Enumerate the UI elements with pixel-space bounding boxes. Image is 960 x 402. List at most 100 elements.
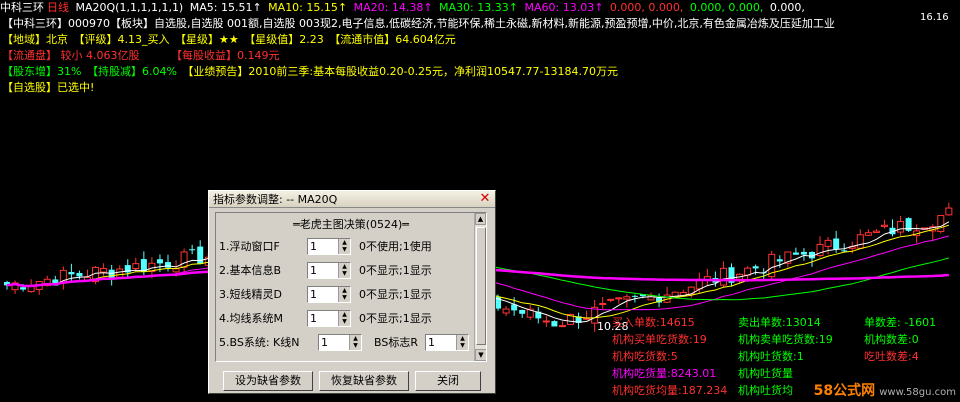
- candle-body: [615, 297, 623, 300]
- indicator-name: MA20Q(1,1,1,1,1,1): [75, 1, 184, 14]
- scroll-down-icon[interactable]: ▼: [475, 349, 486, 361]
- param-value-r: 1: [428, 336, 435, 349]
- param-value-f: 1: [310, 240, 317, 253]
- ma60-value: MA60: 13.03↑: [524, 1, 604, 14]
- param-value-b: 1: [310, 264, 317, 277]
- spinner-icon[interactable]: ▲ ▼: [338, 263, 350, 278]
- inst-eat-volume: 机构吃货量:8243.01: [612, 367, 717, 380]
- param-desc-b: 0不显示;1显示: [359, 264, 432, 277]
- candle-body: [551, 321, 558, 327]
- dialog-title-bar[interactable]: 指标参数调整: -- MA20Q: [209, 191, 495, 208]
- candle-body: [519, 310, 526, 314]
- star-value-info: 【星级值】2.23: [244, 33, 324, 46]
- candle-body: [542, 320, 550, 323]
- spinner-icon[interactable]: ▲ ▼: [338, 287, 350, 302]
- inst-count-difference: 机构数差:0: [864, 333, 919, 346]
- inst-eat-average: 机构吃货均量:187.234: [612, 384, 728, 397]
- candle-body: [197, 246, 204, 265]
- close-button[interactable]: 关闭: [415, 371, 481, 391]
- stats-col-3: 单数差: -1601 机构数差:0 吃吐数差:4: [864, 314, 936, 365]
- param-label-n: 5.BS系统: K线N: [219, 336, 300, 349]
- watermark: 58公式网 www.58gu.com: [814, 380, 956, 400]
- eps-info: 【每股收益】0.149元: [170, 49, 280, 62]
- ma5-value: MA5: 15.51↑: [189, 1, 262, 14]
- param-value-m: 1: [310, 312, 317, 325]
- holders-increase-info: 【股东增】31%: [2, 65, 82, 78]
- dialog-title: 指标参数调整: -- MA20Q: [213, 193, 338, 206]
- spinner-icon[interactable]: ▲ ▼: [456, 335, 468, 350]
- count-difference: 单数差: -1601: [864, 316, 937, 329]
- scroll-up-icon[interactable]: ▲: [475, 213, 486, 225]
- stock-name: 中科三环: [0, 1, 44, 14]
- candle-body: [833, 238, 840, 250]
- period-label[interactable]: 日线: [47, 1, 69, 14]
- panel-scrollbar[interactable]: ▲ ▼: [474, 213, 486, 361]
- candle-body: [945, 207, 953, 216]
- spinner-icon[interactable]: ▲ ▼: [338, 311, 350, 326]
- candle-body: [824, 239, 832, 247]
- candle-body: [180, 251, 188, 268]
- close-icon[interactable]: ✕: [478, 192, 492, 206]
- candle-body: [76, 272, 83, 277]
- spinner-icon[interactable]: ▲ ▼: [338, 239, 350, 254]
- candle-body: [172, 268, 180, 273]
- param-row-3: 3.短线精灵D 1 ▲ ▼ 0不显示;1显示: [219, 285, 432, 305]
- ma20-value: MA20: 14.38↑: [353, 1, 433, 14]
- zero-values-green: 0.000, 0.000,: [689, 1, 764, 14]
- info-line-2: 【地域】北京 【评级】4.13_买入 【星级】★★ 【星级值】2.23 【流通市…: [2, 32, 458, 48]
- holding-decrease-info: 【持股减】6.04%: [86, 65, 177, 78]
- ma30-value: MA30: 13.33↑: [439, 1, 518, 14]
- candle-body: [856, 234, 864, 249]
- param-value-d: 1: [310, 288, 317, 301]
- param-row-1: 1.浮动窗口F 1 ▲ ▼ 0不使用;1使用: [219, 237, 432, 257]
- ma10-value: MA10: 15.15↑: [268, 1, 348, 14]
- info-line-1: 【中科三环】000970【板块】自选股,自选股 001额,自选股 003现2,电…: [2, 16, 837, 32]
- param-label-m: 4.均线系统M: [219, 312, 283, 325]
- high-price-label: 16.16: [920, 12, 949, 23]
- candle-body: [841, 250, 848, 252]
- param-input-n[interactable]: 1 ▲ ▼: [318, 334, 362, 351]
- param-input-b[interactable]: 1 ▲ ▼: [307, 262, 351, 279]
- market-cap-info: 【流通市值】64.604亿元: [329, 33, 456, 46]
- watermark-url: www.58gu.com: [879, 387, 956, 398]
- eat-spit-difference: 吃吐数差:4: [864, 350, 919, 363]
- param-input-f[interactable]: 1 ▲ ▼: [307, 238, 351, 255]
- star-info: 【星级】★★: [175, 33, 239, 46]
- restore-default-button[interactable]: 恢复缺省参数: [319, 371, 409, 391]
- param-input-m[interactable]: 1 ▲ ▼: [307, 310, 351, 327]
- inst-sell-eat: 机构卖单吃货数:19: [738, 333, 833, 346]
- info-line-3: 【流通盘】 较小 4.063亿股 【每股收益】0.149元: [2, 48, 281, 64]
- candle-body: [776, 259, 783, 262]
- candle-body: [599, 303, 607, 306]
- parameter-dialog[interactable]: 指标参数调整: -- MA20Q ✕ ═老虎主图决策(0524)═ 1.浮动窗口…: [208, 190, 496, 394]
- selected-info: 【自选股】已选中!: [2, 81, 95, 94]
- parameter-panel[interactable]: ═老虎主图决策(0524)═ 1.浮动窗口F 1 ▲ ▼ 0不使用;1使用 2.基本…: [215, 212, 487, 362]
- spinner-icon[interactable]: ▲ ▼: [349, 335, 361, 350]
- param-input-d[interactable]: 1 ▲ ▼: [307, 286, 351, 303]
- info-line-5: 【自选股】已选中!: [2, 80, 96, 96]
- scroll-thumb[interactable]: [476, 227, 486, 345]
- inst-spit-count: 机构吐货数:1: [738, 350, 804, 363]
- zero-values-red: 0.000, 0.000,: [609, 1, 684, 14]
- region-info: 【地域】北京: [2, 33, 68, 46]
- candle-body: [156, 259, 163, 264]
- float-shares-info: 【流通盘】 较小 4.063亿股: [2, 49, 140, 62]
- candle-body: [752, 266, 759, 269]
- set-default-button[interactable]: 设为缺省参数: [223, 371, 313, 391]
- param-label-d: 3.短线精灵D: [219, 288, 282, 301]
- param-row-4: 4.均线系统M 1 ▲ ▼ 0不显示;1显示: [219, 309, 432, 329]
- param-row-5: 5.BS系统: K线N 1 ▲ ▼ BS标志R 1 ▲ ▼: [219, 333, 469, 353]
- param-desc-f: 0不使用;1使用: [359, 240, 432, 253]
- inst-eat-count: 机构吃货数:5: [612, 350, 678, 363]
- candle-body: [68, 271, 75, 275]
- param-input-r[interactable]: 1 ▲ ▼: [425, 334, 469, 351]
- param-label-r: BS标志R: [374, 336, 418, 349]
- param-desc-m: 0不显示;1显示: [359, 312, 432, 325]
- candle-body: [189, 249, 196, 251]
- candle-body: [116, 268, 124, 278]
- candle-body: [800, 251, 807, 255]
- param-value-n: 1: [321, 336, 328, 349]
- param-desc-d: 0不显示;1显示: [359, 288, 432, 301]
- stats-col-1: 买入单数:14615 机构买单吃货数:19 机构吃货数:5 机构吃货量:8243…: [612, 314, 727, 399]
- candle-body: [880, 224, 888, 227]
